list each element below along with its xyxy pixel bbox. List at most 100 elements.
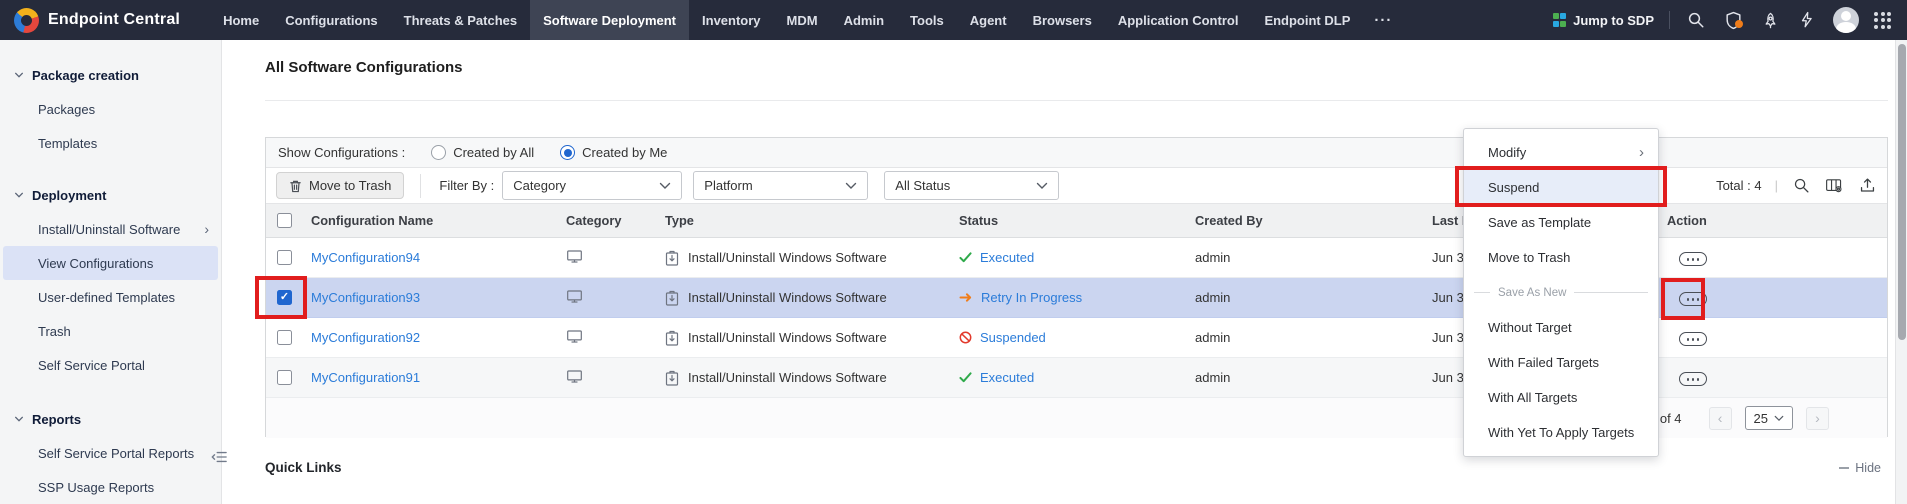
nav-configurations[interactable]: Configurations — [272, 0, 390, 40]
nav-more-icon[interactable]: ··· — [1363, 0, 1403, 40]
sidebar-item-ssp-usage-reports[interactable]: SSP Usage Reports — [0, 470, 221, 504]
search-icon[interactable] — [1685, 9, 1707, 31]
platform-dropdown[interactable]: Platform — [693, 171, 868, 200]
notification-badge — [1735, 20, 1743, 28]
sidebar-item-packages[interactable]: Packages — [0, 92, 221, 126]
menu-group-save-as-new: Save As New — [1464, 275, 1658, 310]
nav-inventory[interactable]: Inventory — [689, 0, 774, 40]
sidebar-item-trash[interactable]: Trash — [0, 314, 221, 348]
nav-mdm[interactable]: MDM — [774, 0, 831, 40]
configuration-link[interactable]: MyConfiguration93 — [311, 290, 420, 305]
nav-software-deployment[interactable]: Software Deployment — [530, 0, 689, 40]
next-page-button[interactable]: › — [1806, 407, 1829, 430]
retry-arrow-icon — [959, 292, 973, 303]
sidebar-title-package-creation[interactable]: Package creation — [0, 58, 221, 92]
chevron-down-icon — [845, 182, 857, 190]
chevron-down-icon — [14, 70, 24, 80]
sidebar-item-self-service-portal[interactable]: Self Service Portal — [0, 348, 221, 382]
divider — [265, 100, 1888, 101]
rocket-icon[interactable] — [1759, 9, 1781, 31]
row-checkbox[interactable] — [277, 330, 292, 345]
configuration-link[interactable]: MyConfiguration91 — [311, 370, 420, 385]
nav-tools[interactable]: Tools — [897, 0, 957, 40]
chevron-down-icon — [1774, 415, 1784, 422]
category-dropdown[interactable]: Category — [502, 171, 682, 200]
configuration-link[interactable]: MyConfiguration92 — [311, 330, 420, 345]
menu-item-save-as-template[interactable]: Save as Template — [1464, 205, 1658, 240]
sidebar-item-install-uninstall-software[interactable]: Install/Uninstall Software › — [0, 212, 221, 246]
top-navbar: Endpoint Central Home Configurations Thr… — [0, 0, 1907, 40]
sidebar-item-view-configurations[interactable]: View Configurations — [3, 246, 218, 280]
col-created-by: Created By — [1195, 213, 1432, 228]
col-action: Action — [1667, 213, 1889, 228]
jump-to-sdp-link[interactable]: Jump to SDP — [1553, 13, 1654, 28]
bolt-icon[interactable] — [1796, 9, 1818, 31]
menu-item-move-to-trash[interactable]: Move to Trash — [1464, 240, 1658, 275]
sidebar-item-self-service-portal-reports[interactable]: Self Service Portal Reports — [0, 436, 221, 470]
row-actions-button[interactable] — [1679, 292, 1707, 306]
col-configuration-name: Configuration Name — [311, 213, 566, 228]
radio-created-by-all[interactable]: Created by All — [431, 145, 534, 160]
status-dropdown[interactable]: All Status — [884, 171, 1059, 200]
row-checkbox[interactable] — [277, 370, 292, 385]
row-actions-context-menu: Modify › Suspend Save as Template Move t… — [1463, 128, 1659, 457]
suspended-icon — [959, 331, 972, 344]
avatar[interactable] — [1833, 7, 1859, 33]
row-actions-button[interactable] — [1679, 252, 1707, 266]
scrollbar-thumb[interactable] — [1898, 44, 1906, 340]
nav-application-control[interactable]: Application Control — [1105, 0, 1252, 40]
select-all-checkbox[interactable] — [277, 213, 292, 228]
menu-item-with-yet-to-apply-targets[interactable]: With Yet To Apply Targets — [1464, 415, 1658, 450]
install-software-icon — [665, 370, 679, 386]
status-link[interactable]: Executed — [980, 250, 1034, 265]
page-size-dropdown[interactable]: 25 — [1745, 406, 1793, 430]
chevron-down-icon — [659, 182, 671, 190]
filter-by-label: Filter By : — [439, 178, 494, 193]
status-link[interactable]: Executed — [980, 370, 1034, 385]
divider: | — [1775, 178, 1778, 193]
status-link[interactable]: Retry In Progress — [981, 290, 1082, 305]
monitor-icon — [566, 289, 665, 307]
brand[interactable]: Endpoint Central — [14, 0, 180, 40]
prev-page-button[interactable]: ‹ — [1709, 407, 1732, 430]
collapse-sidebar-icon[interactable] — [208, 448, 230, 466]
sidebar-title-reports[interactable]: Reports — [0, 402, 221, 436]
row-checkbox[interactable] — [277, 250, 292, 265]
chevron-down-icon — [14, 190, 24, 200]
column-chooser-icon[interactable] — [1824, 176, 1844, 196]
created-by-cell: admin — [1195, 250, 1432, 265]
radio-created-by-me[interactable]: Created by Me — [560, 145, 667, 160]
menu-item-with-failed-targets[interactable]: With Failed Targets — [1464, 345, 1658, 380]
nav-endpoint-dlp[interactable]: Endpoint DLP — [1251, 0, 1363, 40]
endpoint-central-logo-icon — [14, 8, 39, 33]
sidebar-item-templates[interactable]: Templates — [0, 126, 221, 160]
status-link[interactable]: Suspended — [980, 330, 1046, 345]
hide-quick-links-link[interactable]: Hide — [1839, 461, 1881, 475]
search-icon[interactable] — [1791, 176, 1811, 196]
toolbar-right: Total : 4 | — [1716, 176, 1881, 196]
export-icon[interactable] — [1857, 176, 1877, 196]
nav-browsers[interactable]: Browsers — [1020, 0, 1105, 40]
install-software-icon — [665, 290, 679, 306]
chevron-down-icon — [14, 414, 24, 424]
shield-icon[interactable] — [1722, 9, 1744, 31]
sdp-grid-icon — [1553, 13, 1567, 27]
vertical-scrollbar[interactable] — [1895, 40, 1907, 504]
sidebar-title-deployment[interactable]: Deployment — [0, 178, 221, 212]
row-checkbox-checked[interactable]: ✓ — [277, 290, 292, 305]
apps-grid-icon[interactable] — [1874, 12, 1891, 29]
nav-home[interactable]: Home — [210, 0, 272, 40]
nav-threats-patches[interactable]: Threats & Patches — [391, 0, 530, 40]
sidebar-item-user-defined-templates[interactable]: User-defined Templates — [0, 280, 221, 314]
menu-item-without-target[interactable]: Without Target — [1464, 310, 1658, 345]
menu-item-suspend[interactable]: Suspend — [1464, 170, 1658, 205]
nav-admin[interactable]: Admin — [831, 0, 897, 40]
page-title: All Software Configurations — [265, 59, 463, 76]
configuration-link[interactable]: MyConfiguration94 — [311, 250, 420, 265]
row-actions-button[interactable] — [1679, 332, 1707, 346]
menu-item-modify[interactable]: Modify › — [1464, 135, 1658, 170]
menu-item-with-all-targets[interactable]: With All Targets — [1464, 380, 1658, 415]
nav-agent[interactable]: Agent — [957, 0, 1020, 40]
move-to-trash-button[interactable]: Move to Trash — [276, 172, 404, 199]
row-actions-button[interactable] — [1679, 372, 1707, 386]
